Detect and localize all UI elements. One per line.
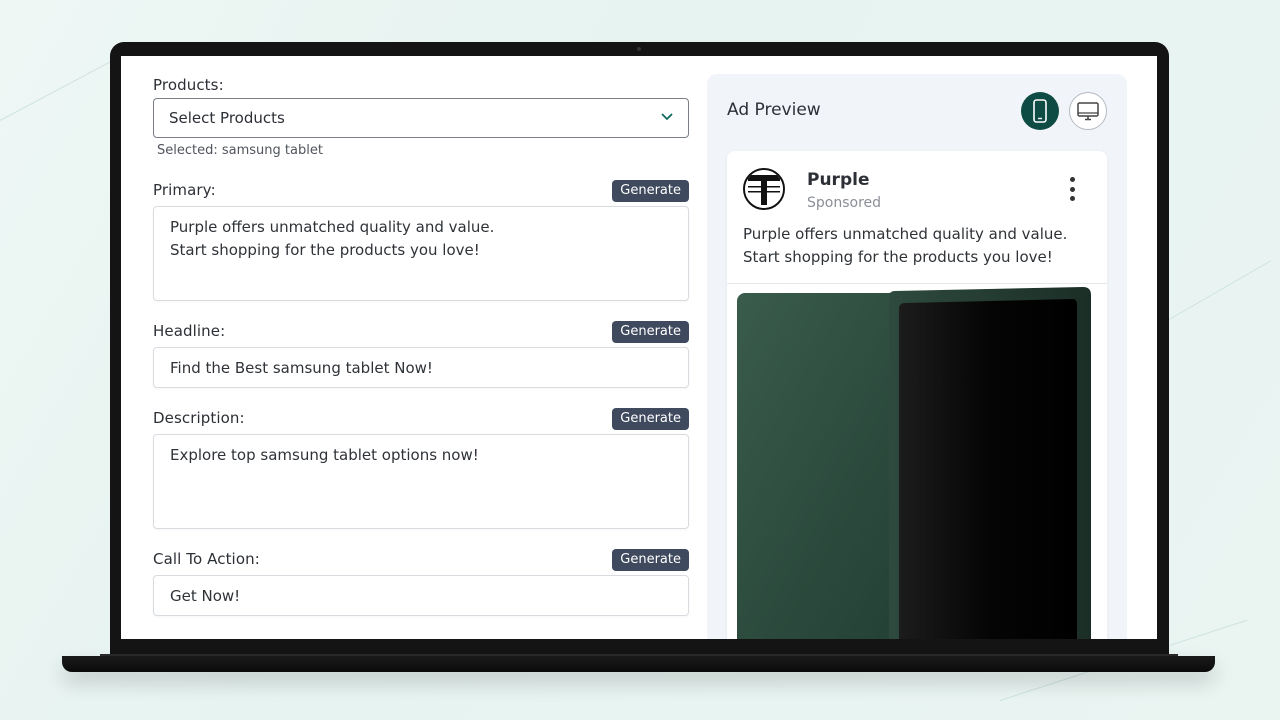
laptop-base [62, 656, 1215, 672]
primary-text-line: Start shopping for the products you love… [170, 241, 480, 259]
desktop-monitor-icon [1077, 102, 1099, 121]
ad-card: Purple Sponsored Purple offers unmatched… [727, 151, 1107, 639]
headline-input[interactable]: Find the Best samsung tablet Now! [153, 347, 689, 388]
description-textarea[interactable]: Explore top samsung tablet options now! [153, 434, 689, 529]
ad-preview-panel: Ad Preview Purple Sponsored Purple offer… [707, 74, 1127, 639]
primary-textarea[interactable]: Purple offers unmatched quality and valu… [153, 206, 689, 301]
headline-value: Find the Best samsung tablet Now! [170, 359, 433, 377]
more-options-icon[interactable] [1069, 177, 1075, 201]
description-generate-button[interactable]: Generate [612, 408, 689, 430]
description-value: Explore top samsung tablet options now! [170, 446, 479, 464]
description-label: Description: [153, 409, 245, 427]
selected-products-note: Selected: samsung tablet [157, 143, 323, 158]
mobile-phone-icon [1033, 99, 1047, 123]
ad-preview-title: Ad Preview [727, 100, 821, 120]
desktop-preview-button[interactable] [1069, 92, 1107, 130]
product-image-tablets [737, 287, 1091, 639]
primary-generate-button[interactable]: Generate [612, 180, 689, 202]
ad-text-line: Purple offers unmatched quality and valu… [743, 225, 1068, 243]
products-label: Products: [153, 76, 224, 94]
chevron-down-icon [661, 113, 673, 121]
primary-label: Primary: [153, 181, 216, 199]
headline-label: Headline: [153, 322, 226, 340]
ad-divider [727, 283, 1107, 284]
brand-logo-icon [745, 170, 783, 208]
cta-label: Call To Action: [153, 550, 260, 568]
cta-input[interactable]: Get Now! [153, 575, 689, 616]
mobile-preview-button[interactable] [1021, 92, 1059, 130]
cta-value: Get Now! [170, 587, 241, 605]
camera-dot [637, 47, 641, 51]
headline-generate-button[interactable]: Generate [612, 321, 689, 343]
brand-avatar [743, 168, 785, 210]
ad-text-line: Start shopping for the products you love… [743, 248, 1053, 266]
ad-primary-text: Purple offers unmatched quality and valu… [743, 223, 1093, 269]
app-screen: Products: Select Products Selected: sams… [121, 56, 1157, 639]
products-select-value: Select Products [169, 109, 285, 127]
sponsored-label: Sponsored [807, 195, 882, 211]
products-select[interactable]: Select Products [153, 98, 689, 138]
cta-generate-button[interactable]: Generate [612, 549, 689, 571]
primary-text-line: Purple offers unmatched quality and valu… [170, 218, 495, 236]
brand-name: Purple [807, 170, 870, 190]
